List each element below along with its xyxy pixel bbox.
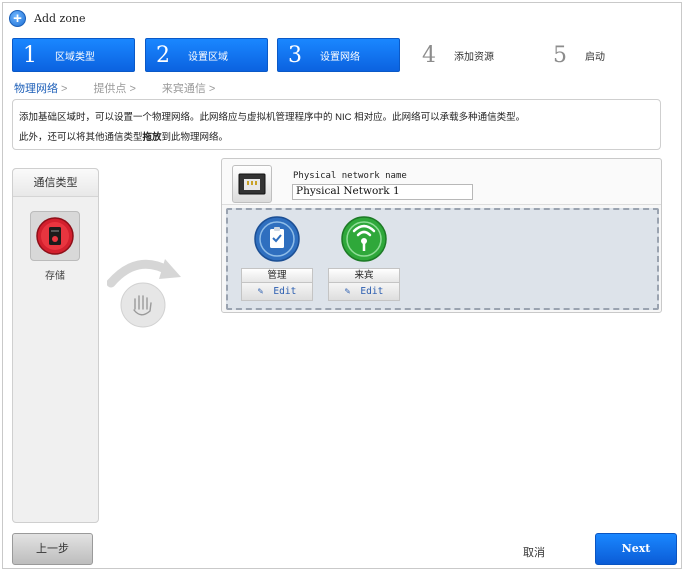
step-label: 启动 (585, 51, 605, 63)
step-number: 5 (553, 42, 567, 68)
management-label: 管理 (241, 268, 313, 283)
traffic-guest[interactable]: 来宾 ✎ Edit (328, 216, 400, 301)
add-zone-dialog: + Add zone 1 区域类型 2 设置区域 3 设置网络 4 添加资源 5… (2, 2, 682, 569)
step-label: 添加资源 (454, 51, 494, 63)
info-line-2: 此外，还可以将其他通信类型拖放到此物理网络。 (19, 132, 229, 143)
add-icon: + (9, 9, 26, 27)
step-3[interactable]: 3 设置网络 (277, 38, 400, 72)
step-number: 4 (422, 42, 436, 68)
storage-icon[interactable] (30, 211, 80, 261)
guest-edit-button[interactable]: ✎ Edit (328, 283, 400, 301)
physical-network-name-input[interactable]: Physical Network 1 (292, 184, 473, 200)
dialog-titlebar: + Add zone (9, 9, 86, 27)
info-line-1: 添加基础区域时，可以设置一个物理网络。此网络应与虚拟机管理程序中的 NIC 相对… (19, 112, 526, 123)
traffic-management[interactable]: 管理 ✎ Edit (241, 216, 313, 301)
breadcrumb: 物理网络 > 提供点 > 来宾通信 > (14, 80, 241, 96)
step-2[interactable]: 2 设置区域 (145, 38, 268, 72)
step-number: 3 (288, 42, 302, 68)
traffic-type-storage[interactable]: 存储 (27, 211, 83, 282)
dialog-title: Add zone (34, 11, 86, 25)
info-box: 添加基础区域时，可以设置一个物理网络。此网络应与虚拟机管理程序中的 NIC 相对… (12, 99, 661, 150)
breadcrumb-pod[interactable]: 提供点 > (93, 80, 135, 96)
step-label: 区域类型 (55, 51, 95, 63)
traffic-types-panel: 通信类型 存储 (12, 168, 99, 523)
edit-icon: ✎ (257, 286, 264, 297)
next-button[interactable]: Next (595, 533, 677, 565)
step-number: 1 (23, 42, 37, 68)
storage-label: 存储 (45, 271, 65, 282)
edit-icon: ✎ (344, 286, 351, 297)
previous-button[interactable]: 上一步 (12, 533, 93, 565)
physical-network-name-label: Physical network name (293, 171, 407, 181)
drag-hint (106, 249, 183, 335)
cancel-button[interactable]: 取消 (523, 544, 545, 560)
physical-network-header: Physical network name Physical Network 1 (222, 159, 661, 205)
step-5: 5 启动 (543, 38, 666, 72)
traffic-types-heading: 通信类型 (13, 169, 98, 197)
step-label: 设置网络 (320, 51, 360, 63)
breadcrumb-guest-traffic[interactable]: 来宾通信 > (162, 80, 215, 96)
step-label: 设置区域 (188, 51, 228, 63)
traffic-drop-zone[interactable]: 管理 ✎ Edit 来宾 ✎ Edit (226, 208, 659, 310)
management-edit-button[interactable]: ✎ Edit (241, 283, 313, 301)
breadcrumb-physical-network[interactable]: 物理网络 > (14, 80, 67, 96)
guest-label: 来宾 (328, 268, 400, 283)
nic-icon (232, 165, 272, 203)
management-icon (254, 216, 300, 262)
step-1[interactable]: 1 区域类型 (12, 38, 135, 72)
step-4: 4 添加资源 (412, 38, 535, 72)
guest-icon (341, 216, 387, 262)
physical-network-panel: Physical network name Physical Network 1… (221, 158, 662, 313)
wizard-steps: 1 区域类型 2 设置区域 3 设置网络 4 添加资源 5 启动 (12, 38, 672, 73)
step-number: 2 (156, 42, 170, 68)
